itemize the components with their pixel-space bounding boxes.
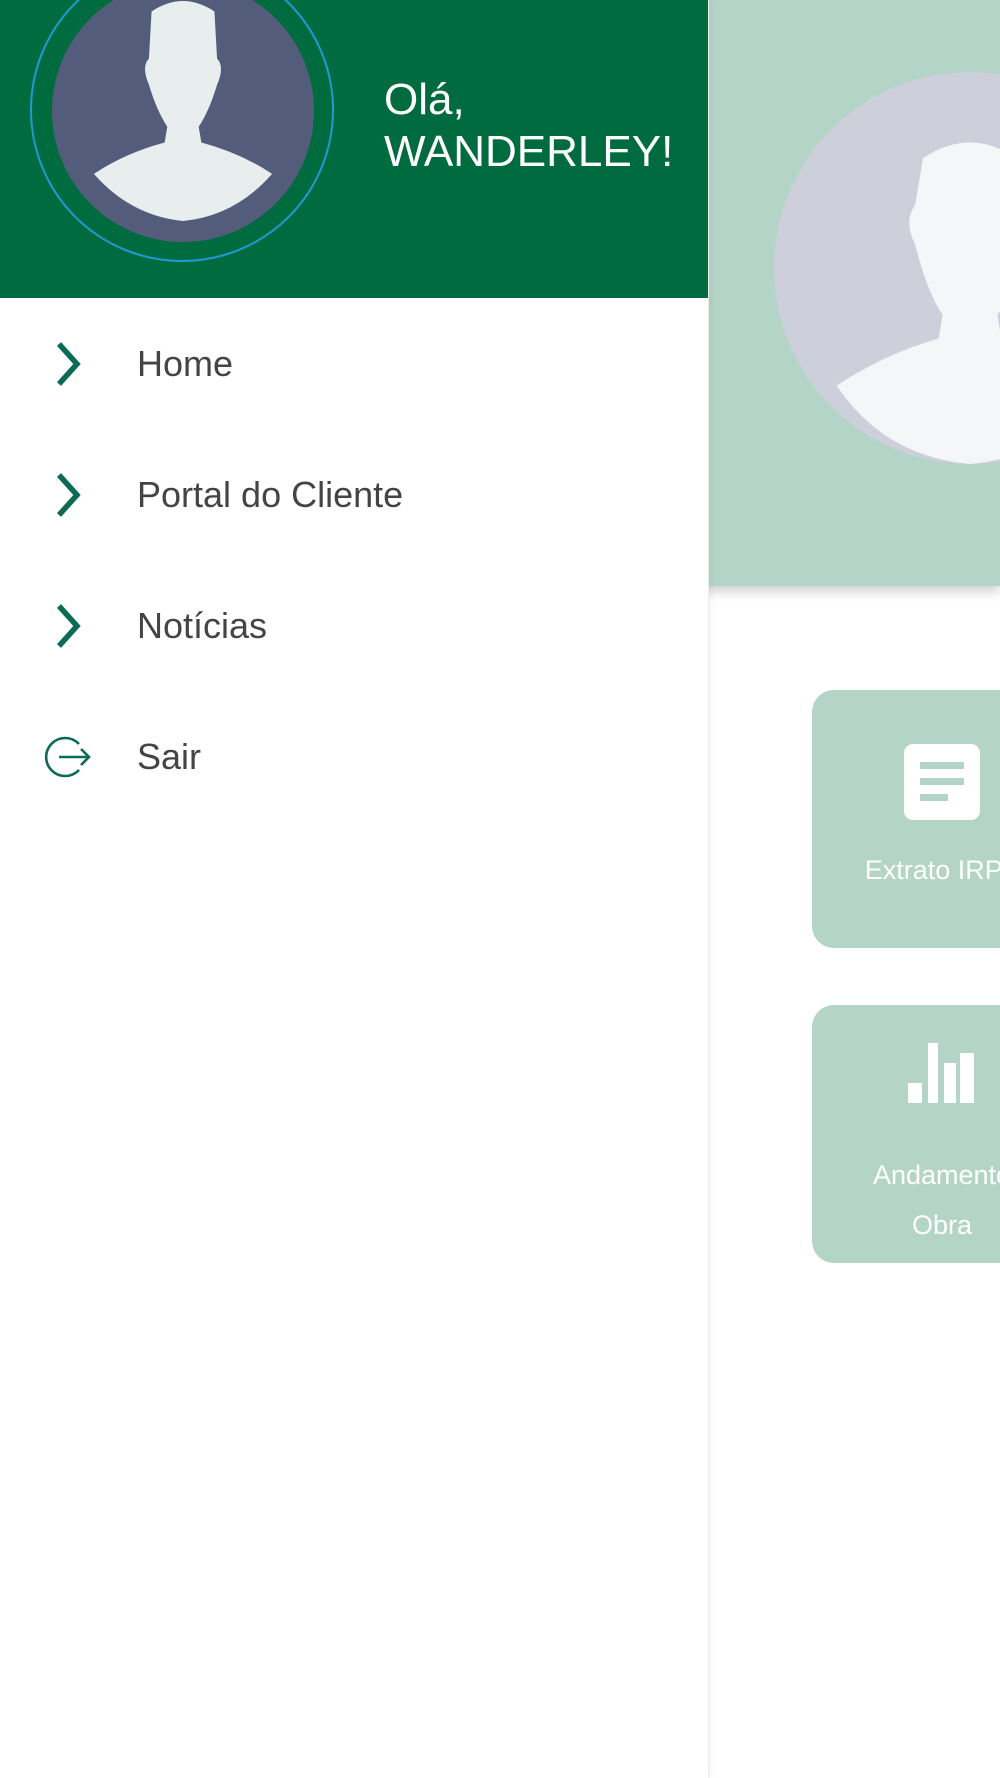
greeting-username: WANDERLEY!: [384, 127, 674, 176]
andamento-obra-label-line2: Obra: [911, 1210, 973, 1240]
menu-item-home[interactable]: Home: [0, 298, 708, 429]
andamento-obra-label-line1: Andamento: [872, 1160, 1000, 1190]
greeting-hello: Olá,: [384, 75, 465, 124]
drawer-menu: Home Portal do Cliente Notícias Sair: [0, 298, 708, 822]
navigation-drawer: Olá, WANDERLEY! Home Portal do Cliente N…: [0, 0, 709, 1778]
extrato-irpf-tile[interactable]: Extrato IRPF: [812, 690, 1000, 948]
menu-item-home-label: Home: [137, 342, 234, 384]
menu-item-portal-do-cliente-label: Portal do Cliente: [137, 473, 404, 515]
extrato-irpf-label: Extrato IRPF: [864, 855, 1000, 885]
document-icon: [904, 744, 980, 820]
chevron-right-icon: [40, 336, 96, 392]
bar-chart-icon: [908, 1043, 974, 1103]
andamento-obra-label: Andamento Obra: [812, 1150, 1000, 1250]
user-silhouette-icon: [836, 142, 1000, 464]
menu-item-noticias-label: Notícias: [137, 604, 268, 646]
user-greeting: Olá, WANDERLEY!: [384, 74, 673, 178]
menu-item-sair[interactable]: Sair: [0, 691, 708, 822]
andamento-obra-tile[interactable]: Andamento Obra: [812, 1005, 1000, 1263]
chevron-right-icon: [40, 598, 96, 654]
app-screen: Extrato IRPF Andamento Obra: [0, 0, 1000, 1778]
menu-item-portal-do-cliente[interactable]: Portal do Cliente: [0, 429, 708, 560]
profile-avatar: [774, 72, 1000, 464]
chevron-right-icon: [40, 467, 96, 523]
drawer-header: Olá, WANDERLEY!: [0, 0, 708, 298]
menu-item-noticias[interactable]: Notícias: [0, 560, 708, 691]
menu-item-sair-label: Sair: [137, 735, 202, 777]
logout-icon: [40, 729, 96, 785]
